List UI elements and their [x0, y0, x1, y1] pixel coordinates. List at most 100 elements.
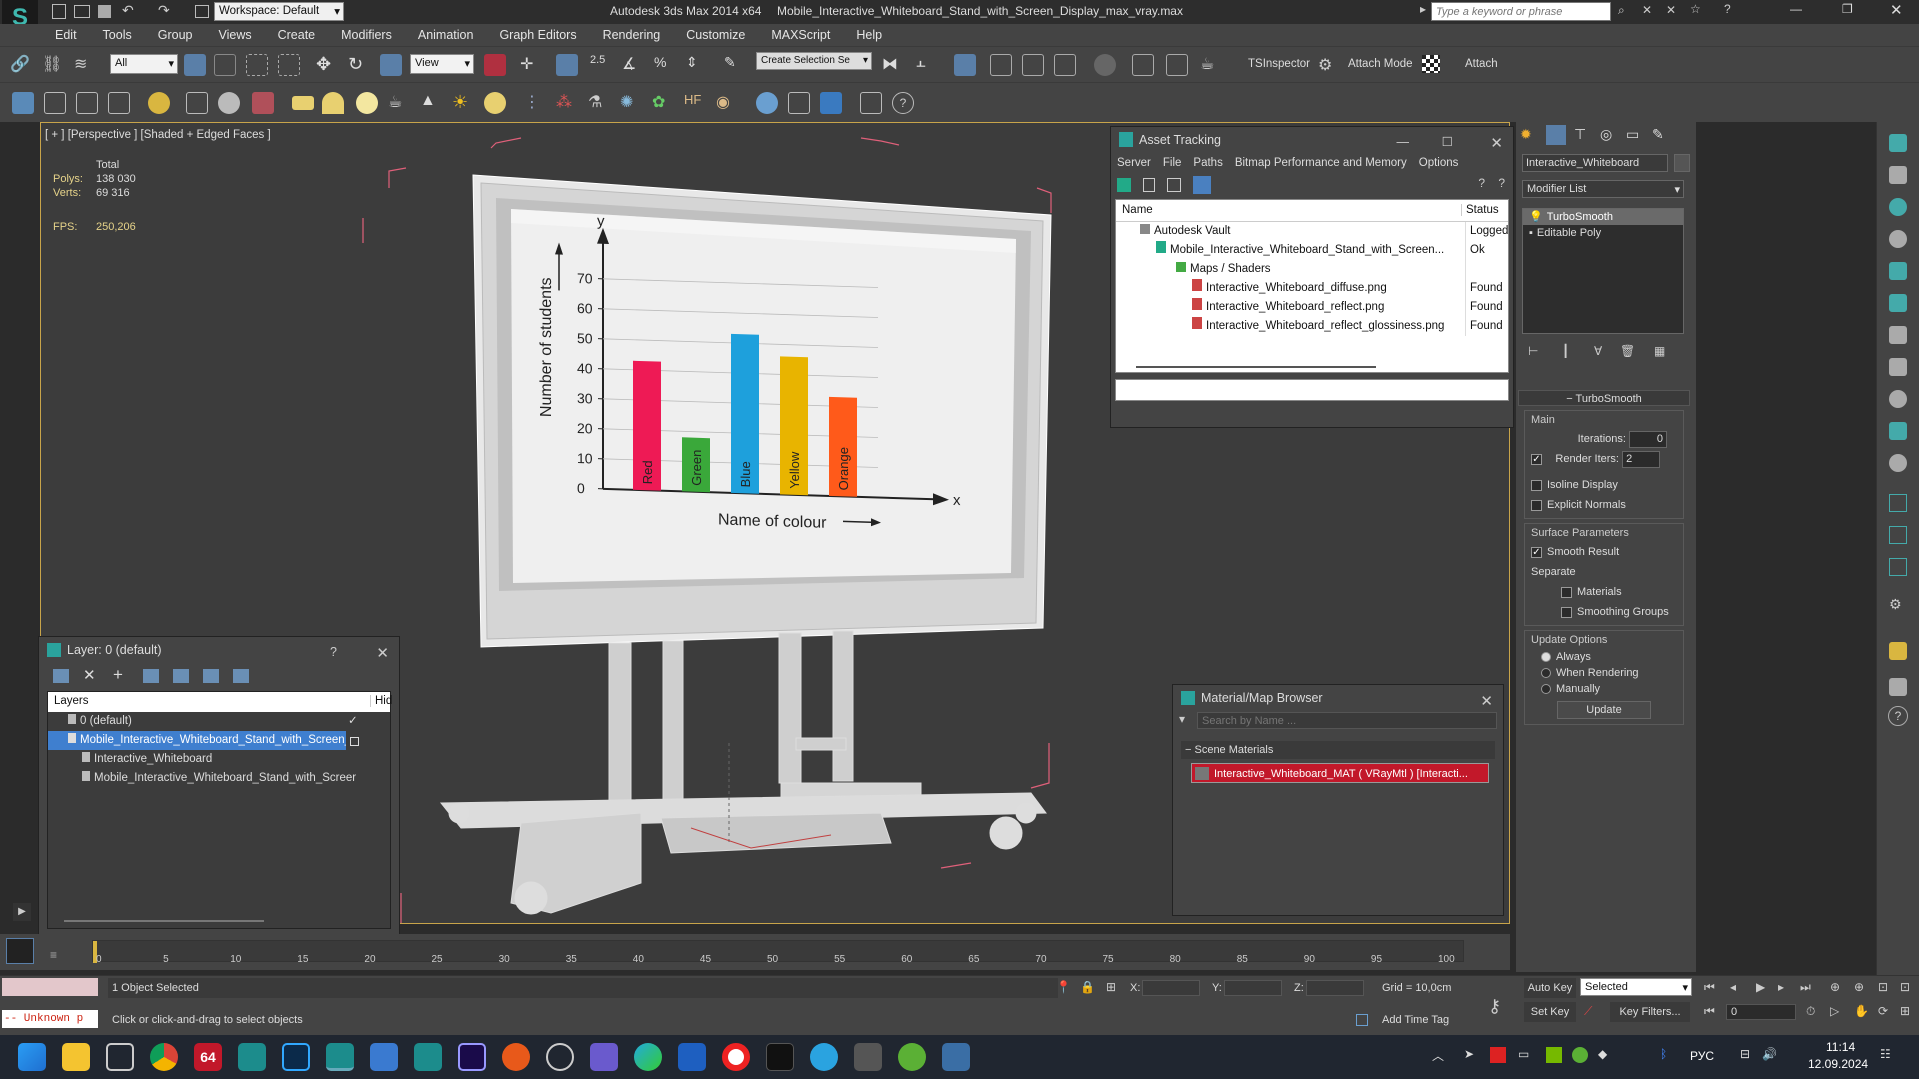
toolbar-icon-1[interactable]: [12, 92, 34, 114]
current-frame-field[interactable]: 0: [1726, 1004, 1796, 1020]
layer-scrollbar[interactable]: [64, 920, 264, 922]
auto-key-button[interactable]: Auto Key: [1524, 978, 1576, 998]
tray-nvidia-icon[interactable]: [1546, 1047, 1562, 1063]
attach-mode-icon[interactable]: ⚙: [1318, 55, 1332, 75]
minimize-window-icon[interactable]: —: [1790, 2, 1802, 16]
bind-spacewarp-icon[interactable]: ≋: [74, 54, 96, 76]
hair-icon[interactable]: HF: [684, 92, 706, 114]
scene-materials-header[interactable]: − Scene Materials: [1181, 741, 1495, 759]
y-coord-field[interactable]: [1224, 980, 1282, 996]
tsinspector-label[interactable]: TSInspector: [1248, 58, 1310, 70]
smoothing-groups-checkbox[interactable]: [1561, 606, 1572, 618]
favorites-star-icon[interactable]: ☆: [1690, 2, 1701, 16]
help-settings-icon[interactable]: ?: [1498, 176, 1505, 190]
layer-row-default[interactable]: 0 (default) ✓: [48, 712, 390, 731]
rotate-icon[interactable]: ↻: [348, 54, 370, 76]
ribbon-toggle-icon[interactable]: [990, 54, 1012, 76]
explicit-normals-checkbox[interactable]: [1531, 499, 1542, 511]
asset-path-field[interactable]: [1115, 379, 1509, 401]
sun-sphere-icon[interactable]: [356, 92, 378, 114]
sphere-icon[interactable]: [218, 92, 240, 114]
rendered-frame-icon[interactable]: [1166, 54, 1188, 76]
attach-mode-label[interactable]: Attach Mode: [1348, 58, 1413, 70]
zoom-extents-all-icon[interactable]: ⊡: [1900, 980, 1910, 994]
menu-file[interactable]: File: [1163, 157, 1182, 169]
go-to-end-icon[interactable]: ⏭: [1800, 980, 1811, 995]
headset-icon[interactable]: [546, 1043, 574, 1071]
render-production-icon[interactable]: ☕: [1200, 54, 1222, 76]
select-by-name-icon[interactable]: [214, 54, 236, 76]
strip-icon-13[interactable]: [1889, 526, 1907, 544]
minimize-icon[interactable]: —: [1397, 129, 1410, 155]
spinner-snap-icon[interactable]: ⇕: [686, 54, 708, 76]
time-slider-thumb[interactable]: [6, 938, 34, 964]
set-key-mode-icon[interactable]: ⚷: [1488, 996, 1501, 1017]
script-listener-output[interactable]: -- Unknown p: [2, 1010, 98, 1028]
strip-icon-1[interactable]: [1889, 134, 1907, 152]
menu-views[interactable]: Views: [205, 24, 264, 46]
asset-row-diffuse[interactable]: Interactive_Whiteboard_diffuse.png Found: [1116, 279, 1508, 298]
freeze-all-icon[interactable]: [233, 669, 249, 683]
cone-light-icon[interactable]: ▲: [420, 92, 442, 114]
col-layers[interactable]: Layers: [54, 695, 89, 707]
material-item[interactable]: Interactive_Whiteboard_MAT ( VRayMtl ) […: [1191, 763, 1489, 783]
menu-rendering[interactable]: Rendering: [590, 24, 674, 46]
workspace-dropdown[interactable]: Workspace: Default ▾: [214, 2, 344, 21]
layer-titlebar[interactable]: Layer: 0 (default) ? ✕: [39, 637, 399, 663]
project-folder-icon[interactable]: [195, 5, 209, 18]
menu-tools[interactable]: Tools: [90, 24, 145, 46]
select-in-layer-icon[interactable]: [143, 669, 159, 683]
prev-frame-icon[interactable]: ◂: [1730, 980, 1736, 994]
col-hide[interactable]: Hid: [370, 695, 392, 707]
new-layer-icon[interactable]: [53, 669, 69, 683]
render-setup-icon[interactable]: [1132, 54, 1154, 76]
dummy-icon[interactable]: [186, 92, 208, 114]
snaps-toggle-icon[interactable]: 2.5: [590, 54, 612, 76]
pan-icon[interactable]: ✋: [1854, 1004, 1869, 1018]
frame-buffer-icon[interactable]: [788, 92, 810, 114]
go-to-start-icon[interactable]: ⏮: [1704, 980, 1715, 995]
show-end-result-icon[interactable]: ┃: [1562, 344, 1569, 358]
col-status[interactable]: Status: [1461, 204, 1499, 216]
list-view-icon[interactable]: [1143, 178, 1155, 192]
mirror-icon[interactable]: ⧓: [882, 54, 904, 76]
globe-icon[interactable]: [756, 92, 778, 114]
key-filters-button[interactable]: Key Filters...: [1610, 1002, 1690, 1022]
table-view-icon[interactable]: [1193, 176, 1211, 194]
always-radio[interactable]: [1541, 652, 1551, 663]
toolbar-icon-27[interactable]: [860, 92, 882, 114]
absolute-mode-icon[interactable]: ⊞: [1106, 980, 1116, 994]
tray-chevron-icon[interactable]: ︿: [1432, 1047, 1444, 1064]
new-file-icon[interactable]: [52, 4, 66, 19]
photoshop-icon[interactable]: [282, 1043, 310, 1071]
material-editor-icon[interactable]: [1094, 54, 1116, 76]
next-frame-icon[interactable]: ▸: [1778, 980, 1784, 994]
sun-icon[interactable]: ☀: [452, 92, 474, 114]
menu-group[interactable]: Group: [145, 24, 206, 46]
tray-telegram-icon[interactable]: ➤: [1464, 1047, 1474, 1061]
telegram-icon[interactable]: [810, 1043, 838, 1071]
fov-icon[interactable]: ▷: [1830, 1004, 1839, 1018]
chart-app-icon[interactable]: [942, 1043, 970, 1071]
teapot-icon[interactable]: ☕: [388, 92, 410, 114]
refresh-icon[interactable]: [1117, 178, 1131, 192]
strip-icon-14[interactable]: [1889, 558, 1907, 576]
active-check-icon[interactable]: ✓: [348, 712, 358, 731]
add-to-layer-icon[interactable]: +: [113, 665, 123, 685]
particle-icon[interactable]: ⁂: [556, 92, 578, 114]
create-tab-icon[interactable]: ✹: [1520, 126, 1532, 143]
menu-paths[interactable]: Paths: [1193, 157, 1222, 169]
key-mode-icon[interactable]: ⏮: [1704, 1004, 1715, 1019]
manually-radio[interactable]: [1541, 684, 1551, 695]
select-object-icon[interactable]: [184, 54, 206, 76]
help-icon[interactable]: ?: [1724, 2, 1731, 16]
update-button[interactable]: Update: [1557, 701, 1651, 719]
strip-icon-5[interactable]: [1889, 262, 1907, 280]
notifications-icon[interactable]: ☷: [1880, 1047, 1891, 1061]
highlight-layer-icon[interactable]: [173, 669, 189, 683]
selection-filter-dropdown[interactable]: All ▾: [110, 54, 178, 74]
menu-create[interactable]: Create: [265, 24, 329, 46]
grid-icon[interactable]: ⋮: [524, 92, 546, 114]
pivot-center-icon[interactable]: [484, 54, 506, 76]
proxy-icon[interactable]: ✿: [652, 92, 674, 114]
